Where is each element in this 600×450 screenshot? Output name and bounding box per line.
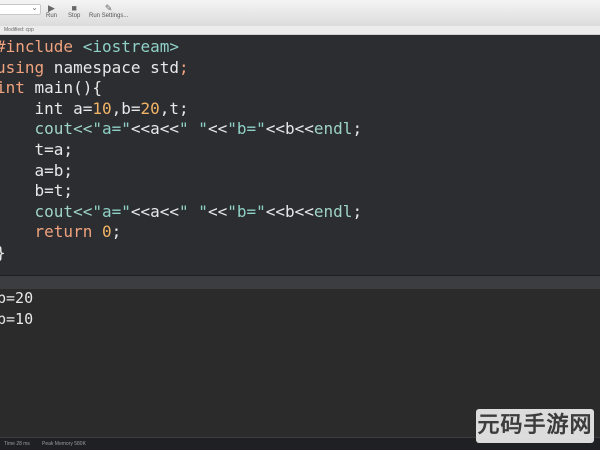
code-line: a=b;: [0, 161, 362, 182]
code-token: endl: [313, 201, 353, 221]
code-line: int a=10,b=20,t;: [0, 99, 362, 120]
code-token: a=b;: [0, 160, 74, 180]
code-token: 10: [92, 98, 112, 118]
code-token: return: [0, 222, 102, 242]
code-line: b=t;: [0, 181, 362, 202]
code-token: ;: [352, 201, 363, 221]
code-token: "a=": [92, 201, 131, 221]
output-line-1: b=20: [0, 289, 34, 307]
code-line: int main(){: [0, 78, 362, 99]
code-token: cout<<: [0, 201, 93, 221]
run-settings-button[interactable]: ✎ Run Settings...: [89, 3, 128, 19]
code-token: b=t;: [0, 181, 74, 201]
code-line: #include <iostream>: [0, 37, 362, 58]
code-token: "b=": [227, 119, 266, 139]
stop-button[interactable]: ■ Stop: [68, 3, 80, 19]
file-tab-label: Modified: cpp: [4, 27, 34, 33]
run-settings-button-label: Run Settings...: [89, 13, 129, 19]
code-token: 20: [140, 98, 160, 118]
code-token: namespace std: [44, 57, 180, 77]
pane-divider[interactable]: [0, 275, 600, 290]
status-time: Time 28 ms: [4, 441, 30, 447]
code-token: endl: [313, 119, 353, 139]
code-token: ;: [111, 222, 122, 242]
code-token: }: [0, 243, 6, 262]
code-token: <<a<<: [130, 201, 180, 221]
wrench-icon: ✎: [104, 3, 113, 13]
code-line: cout<<"a="<<a<<" "<<"b="<<b<<endl;: [0, 119, 363, 140]
code-line: cout<<"a="<<a<<" "<<"b="<<b<<endl;: [0, 201, 363, 223]
code-token: 0: [101, 222, 112, 242]
stop-icon: ■: [71, 3, 77, 13]
code-token: ;: [179, 57, 189, 77]
watermark-logo: 元码手游网: [476, 409, 594, 443]
output-line-2: b=10: [0, 310, 34, 328]
code-line: t=a;: [0, 140, 362, 161]
output-console[interactable]: b=20 b=10: [0, 289, 600, 409]
code-token: " ": [179, 119, 208, 139]
run-button-label: Run: [46, 13, 58, 19]
code-token: int: [0, 98, 74, 118]
code-token: <<: [207, 119, 228, 139]
code-token: main(){: [24, 78, 102, 98]
code-token: using: [0, 57, 45, 77]
code-line: using namespace std;: [0, 58, 362, 79]
code-token: ,t;: [159, 98, 189, 118]
chevron-down-icon: ⌄: [31, 3, 38, 12]
code-token: "b=": [227, 201, 266, 221]
code-token: t=a;: [0, 139, 74, 159]
code-token: ,b=: [111, 98, 141, 118]
target-dropdown[interactable]: ⌄: [0, 3, 41, 15]
code-token: int: [0, 78, 25, 98]
code-lines: #include <iostream> using namespace std; i…: [0, 37, 362, 264]
play-icon: ▶: [48, 3, 55, 13]
code-token: a=: [73, 98, 93, 118]
code-token: " ": [179, 201, 208, 221]
toolbar: ⌄ ▶ Run ■ Stop ✎ Run Settings...: [0, 0, 600, 27]
code-editor[interactable]: #include <iostream> using namespace std; i…: [0, 35, 600, 275]
code-token: #include: [0, 37, 83, 56]
code-line: }: [0, 243, 362, 264]
code-token: ;: [352, 119, 363, 139]
code-token: <<a<<: [130, 119, 180, 139]
code-token: <<b<<: [265, 119, 314, 139]
run-button[interactable]: ▶ Run: [46, 3, 57, 19]
status-memory: Peak Memory 580K: [42, 441, 86, 447]
file-tab[interactable]: Modified: cpp: [0, 26, 600, 35]
code-token: <<b<<: [265, 201, 314, 221]
code-token: <iostream>: [82, 37, 180, 56]
code-token: "a=": [92, 119, 131, 139]
stop-button-label: Stop: [68, 13, 81, 19]
code-line: return 0;: [0, 222, 362, 243]
code-token: <<: [207, 201, 228, 221]
code-token: cout<<: [0, 119, 93, 139]
